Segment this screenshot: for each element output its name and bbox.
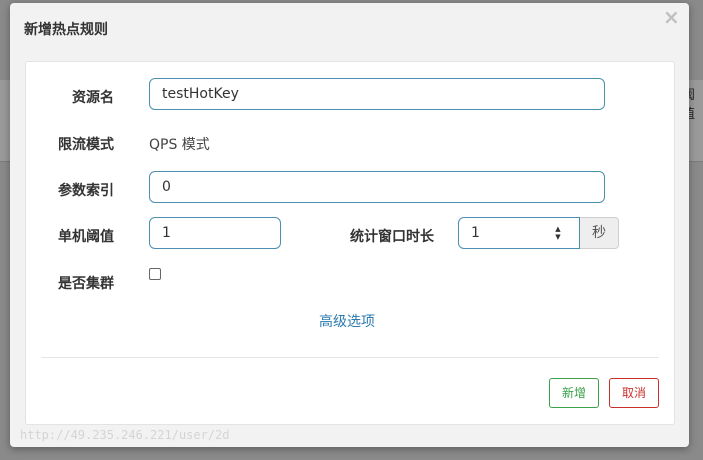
resource-name-label: 资源名 [72, 90, 114, 106]
single-threshold-input[interactable] [149, 217, 281, 249]
status-url: http://49.235.246.221/user/2d [20, 428, 230, 442]
close-icon[interactable]: × [663, 7, 680, 27]
stat-window-unit: 秒 [580, 217, 619, 249]
add-button[interactable]: 新增 [549, 378, 599, 408]
add-hotspot-rule-dialog: 新增热点规则 × 资源名 限流模式 QPS 模式 参数索引 单机阈值 统计窗口时… [10, 3, 689, 447]
resource-name-input[interactable] [149, 78, 605, 110]
flow-mode-label: 限流模式 [58, 137, 114, 153]
advanced-options-link[interactable]: 高级选项 [319, 311, 375, 331]
dialog-title: 新增热点规则 [24, 22, 108, 38]
form-panel: 资源名 限流模式 QPS 模式 参数索引 单机阈值 统计窗口时长 1 ▲▼ 秒 … [25, 61, 675, 425]
cluster-mode-checkbox[interactable] [149, 268, 161, 280]
cancel-button[interactable]: 取消 [609, 378, 659, 408]
cluster-mode-label: 是否集群 [58, 276, 114, 292]
param-index-label: 参数索引 [58, 183, 114, 199]
stat-window-label: 统计窗口时长 [350, 229, 434, 245]
flow-mode-value: QPS 模式 [149, 137, 210, 153]
param-index-input[interactable] [149, 171, 605, 203]
single-threshold-label: 单机阈值 [58, 229, 114, 245]
footer-divider [41, 357, 659, 358]
number-spinner-icon[interactable]: ▲ ▼ [552, 225, 564, 241]
stat-window-field: 1 ▲ ▼ 秒 [458, 217, 619, 249]
